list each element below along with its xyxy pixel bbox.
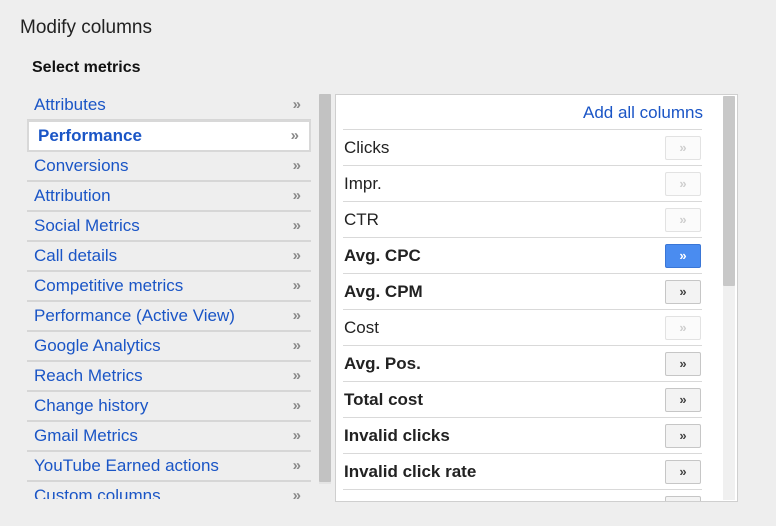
category-item[interactable]: Call details »	[27, 242, 311, 272]
category-label: Custom columns	[34, 486, 161, 499]
metric-row: Avg. CPM »	[343, 273, 702, 309]
metric-row: CTR »	[343, 201, 702, 237]
category-item[interactable]: Google Analytics »	[27, 332, 311, 362]
chevron-right-icon: »	[292, 277, 301, 295]
category-item[interactable]: Gmail Metrics »	[27, 422, 311, 452]
metric-label: Impr.	[344, 173, 382, 193]
category-label: Performance (Active View)	[34, 306, 235, 325]
category-item[interactable]: Performance (Active View) »	[27, 302, 311, 332]
category-item[interactable]: Change history »	[27, 392, 311, 422]
category-item[interactable]: Custom columns »	[27, 482, 311, 499]
chevron-right-icon: »	[292, 487, 301, 499]
add-metric-button[interactable]: »	[665, 495, 701, 501]
double-chevron-right-icon: »	[679, 500, 686, 501]
chevron-right-icon: »	[292, 187, 301, 205]
metric-row: Cost »	[343, 309, 702, 345]
select-metrics-heading: Select metrics	[32, 59, 141, 76]
chevron-right-icon: »	[292, 96, 301, 114]
double-chevron-right-icon: »	[679, 428, 687, 443]
category-item[interactable]: Social Metrics »	[27, 212, 311, 242]
metric-label: Avg. Pos.	[344, 353, 421, 373]
double-chevron-right-icon: »	[679, 320, 687, 335]
category-label: Conversions	[34, 156, 129, 175]
chevron-right-icon: »	[292, 247, 301, 265]
category-label: Attribution	[34, 186, 111, 205]
category-item[interactable]: YouTube Earned actions »	[27, 452, 311, 482]
add-metric-button[interactable]: »	[665, 387, 701, 412]
chevron-right-icon: »	[292, 397, 301, 415]
chevron-right-icon: »	[292, 217, 301, 235]
category-list: Attributes» Performance» Conversions» Attri…	[27, 91, 311, 499]
chevron-right-icon: »	[292, 457, 301, 475]
category-label: Social Metrics	[34, 216, 140, 235]
metric-label: Avg. CPM	[344, 281, 423, 301]
metric-label: Avg. CPC	[344, 245, 421, 265]
add-metric-button[interactable]: »	[665, 459, 701, 484]
category-label: Competitive metrics	[34, 276, 184, 295]
chevron-right-icon: »	[292, 307, 301, 325]
metric-row: Total cost »	[343, 381, 702, 417]
category-label: Change history	[34, 396, 149, 415]
category-item[interactable]: Conversions »	[27, 152, 311, 182]
double-chevron-right-icon: »	[679, 284, 687, 299]
add-metric-button: »	[665, 171, 701, 196]
category-label: YouTube Earned actions	[34, 456, 219, 475]
add-metric-button[interactable]: »	[665, 243, 701, 268]
category-label: Attributes	[34, 95, 106, 114]
metric-row: Impr. »	[343, 165, 702, 201]
double-chevron-right-icon: »	[679, 248, 687, 263]
metrics-panel: Add all columns Clicks» Impr.» CTR» Avg. CP…	[335, 94, 738, 502]
chevron-right-icon: »	[290, 127, 299, 145]
metric-row: Avg. Pos. »	[343, 345, 702, 381]
chevron-right-icon: »	[292, 367, 301, 385]
double-chevron-right-icon: »	[679, 140, 687, 155]
metric-label: Total cost	[344, 389, 424, 409]
double-chevron-right-icon: »	[679, 176, 687, 191]
metric-list: Clicks » Impr. » CTR » Avg. CPC » Avg. CPM » Cost »…	[343, 129, 702, 502]
category-item[interactable]: Attribution »	[27, 182, 311, 212]
add-metric-button: »	[665, 207, 701, 232]
chevron-right-icon: »	[292, 427, 301, 445]
metric-row: Clicks »	[343, 129, 702, 165]
add-metric-button[interactable]: »	[665, 279, 701, 304]
metric-label: Clicks	[344, 137, 390, 157]
category-scrollbar-thumb[interactable]	[319, 94, 331, 482]
metric-label: Engagements	[344, 498, 455, 502]
metric-row: Avg. CPC »	[343, 237, 702, 273]
double-chevron-right-icon: »	[679, 356, 687, 371]
metric-label: CTR	[344, 209, 379, 229]
double-chevron-right-icon: »	[679, 392, 687, 407]
category-item[interactable]: Competitive metrics »	[27, 272, 311, 302]
chevron-right-icon: »	[292, 157, 301, 175]
add-all-columns-link[interactable]: Add all columns	[583, 103, 703, 123]
category-item[interactable]: Performance »	[27, 120, 311, 152]
metric-row: Engagements »	[343, 489, 702, 502]
category-label: Call details	[34, 246, 118, 265]
category-label: Google Analytics	[34, 336, 161, 355]
add-metric-button[interactable]: »	[665, 423, 701, 448]
double-chevron-right-icon: »	[679, 212, 687, 227]
add-metric-button: »	[665, 315, 701, 340]
category-label: Gmail Metrics	[34, 426, 138, 445]
add-metric-button: »	[665, 135, 701, 160]
add-metric-button[interactable]: »	[665, 351, 701, 376]
category-label: Performance	[38, 126, 142, 145]
category-item[interactable]: Attributes »	[27, 91, 311, 121]
metrics-scrollbar-thumb[interactable]	[723, 96, 735, 286]
metric-row: Invalid click rate »	[343, 453, 702, 489]
metric-label: Invalid clicks	[344, 425, 450, 445]
metric-label: Cost	[344, 317, 379, 337]
metric-row: Invalid clicks »	[343, 417, 702, 453]
metric-label: Invalid click rate	[344, 461, 477, 481]
chevron-right-icon: »	[292, 337, 301, 355]
double-chevron-right-icon: »	[679, 464, 687, 479]
category-label: Reach Metrics	[34, 366, 143, 385]
dialog-title: Modify columns	[20, 17, 152, 38]
category-item[interactable]: Reach Metrics »	[27, 362, 311, 392]
